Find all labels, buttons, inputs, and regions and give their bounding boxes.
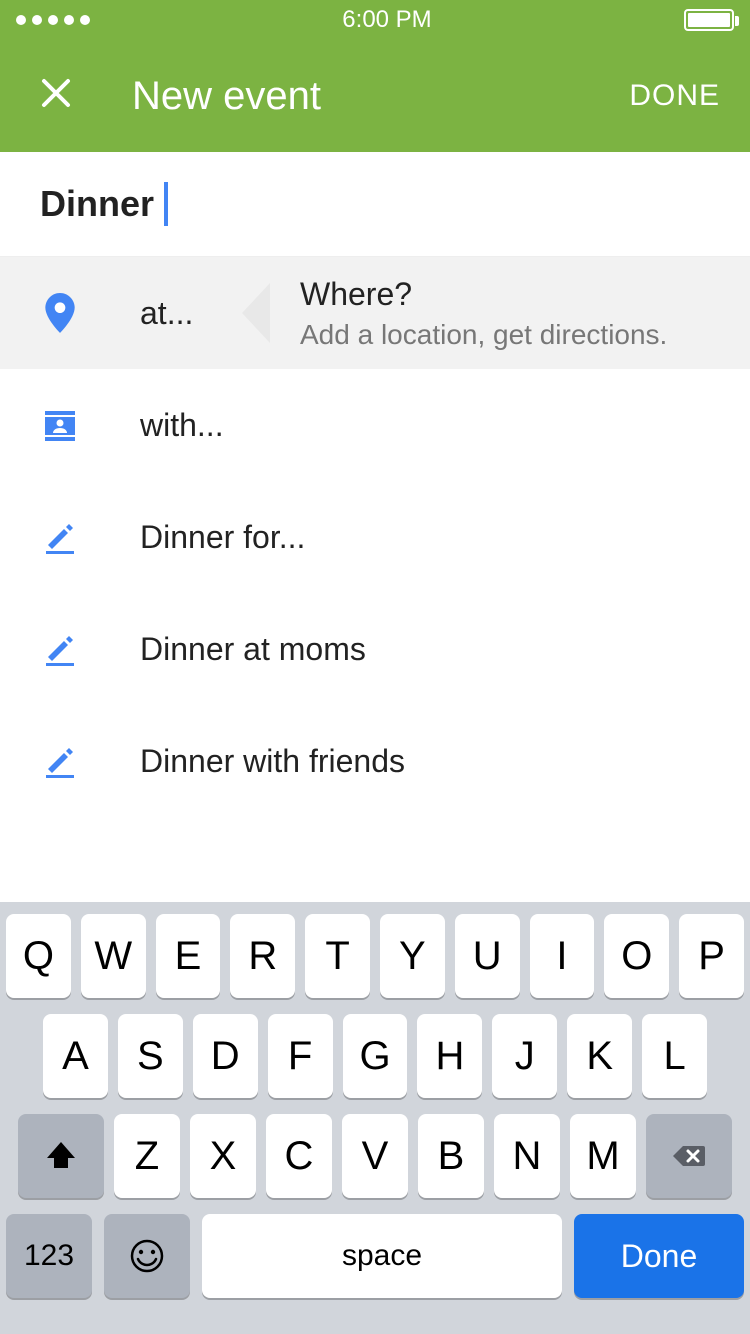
suggestion-label: Dinner for... [140,519,305,556]
suggestion-recent[interactable]: Dinner at moms [0,593,750,705]
keyboard-row: ASDFGHJKL [6,1014,744,1098]
suggestion-recent[interactable]: Dinner with friends [0,705,750,817]
key-y[interactable]: Y [380,914,445,998]
event-title-value: Dinner [40,183,154,225]
key-a[interactable]: A [43,1014,108,1098]
keyboard-row: QWERTYUIOP [6,914,744,998]
hint-subtitle: Add a location, get directions. [300,319,710,351]
key-p[interactable]: P [679,914,744,998]
pencil-icon [40,519,80,555]
keyboard-row: ZXCVBNM [6,1114,744,1198]
event-title-field[interactable]: Dinner [0,152,750,257]
suggestion-recent[interactable]: Dinner for... [0,481,750,593]
key-v[interactable]: V [342,1114,408,1198]
key-n[interactable]: N [494,1114,560,1198]
suggestion-label: Dinner at moms [140,631,366,668]
key-o[interactable]: O [604,914,669,998]
suggestion-label: at... [140,295,193,332]
key-x[interactable]: X [190,1114,256,1198]
status-time: 6:00 PM [342,6,431,34]
header: New event DONE [0,40,750,152]
key-q[interactable]: Q [6,914,71,998]
key-c[interactable]: C [266,1114,332,1198]
location-hint: Where? Add a location, get directions. [270,276,710,351]
signal-dots-icon [16,15,90,25]
shift-key[interactable] [18,1114,104,1198]
suggestion-with[interactable]: with... [0,369,750,481]
numbers-key[interactable]: 123 [6,1214,92,1298]
close-icon[interactable] [40,76,72,116]
pencil-icon [40,631,80,667]
key-s[interactable]: S [118,1014,183,1098]
pencil-icon [40,743,80,779]
key-f[interactable]: F [268,1014,333,1098]
battery-icon [684,9,734,31]
key-w[interactable]: W [81,914,146,998]
key-j[interactable]: J [492,1014,557,1098]
contacts-icon [40,407,80,443]
suggestions-list: at... Where? Add a location, get directi… [0,257,750,817]
keyboard-row: 123 space Done [6,1214,744,1298]
key-u[interactable]: U [455,914,520,998]
key-b[interactable]: B [418,1114,484,1198]
key-r[interactable]: R [230,914,295,998]
key-l[interactable]: L [642,1014,707,1098]
suggestion-label: Dinner with friends [140,743,405,780]
space-key[interactable]: space [202,1214,562,1298]
done-button[interactable]: DONE [629,79,720,113]
keyboard-done-key[interactable]: Done [574,1214,744,1298]
key-h[interactable]: H [417,1014,482,1098]
suggestion-at[interactable]: at... Where? Add a location, get directi… [0,257,750,369]
key-z[interactable]: Z [114,1114,180,1198]
key-m[interactable]: M [570,1114,636,1198]
emoji-key[interactable] [104,1214,190,1298]
page-title: New event [132,74,629,119]
backspace-key[interactable] [646,1114,732,1198]
key-t[interactable]: T [305,914,370,998]
key-k[interactable]: K [567,1014,632,1098]
keyboard: QWERTYUIOP ASDFGHJKL ZXCVBNM 123 space D… [0,902,750,1334]
key-g[interactable]: G [343,1014,408,1098]
key-d[interactable]: D [193,1014,258,1098]
suggestion-label: with... [140,407,224,444]
location-pin-icon [40,293,80,333]
hint-title: Where? [300,276,710,313]
key-i[interactable]: I [530,914,595,998]
text-cursor [164,182,168,226]
status-bar: 6:00 PM [0,0,750,40]
key-e[interactable]: E [156,914,221,998]
